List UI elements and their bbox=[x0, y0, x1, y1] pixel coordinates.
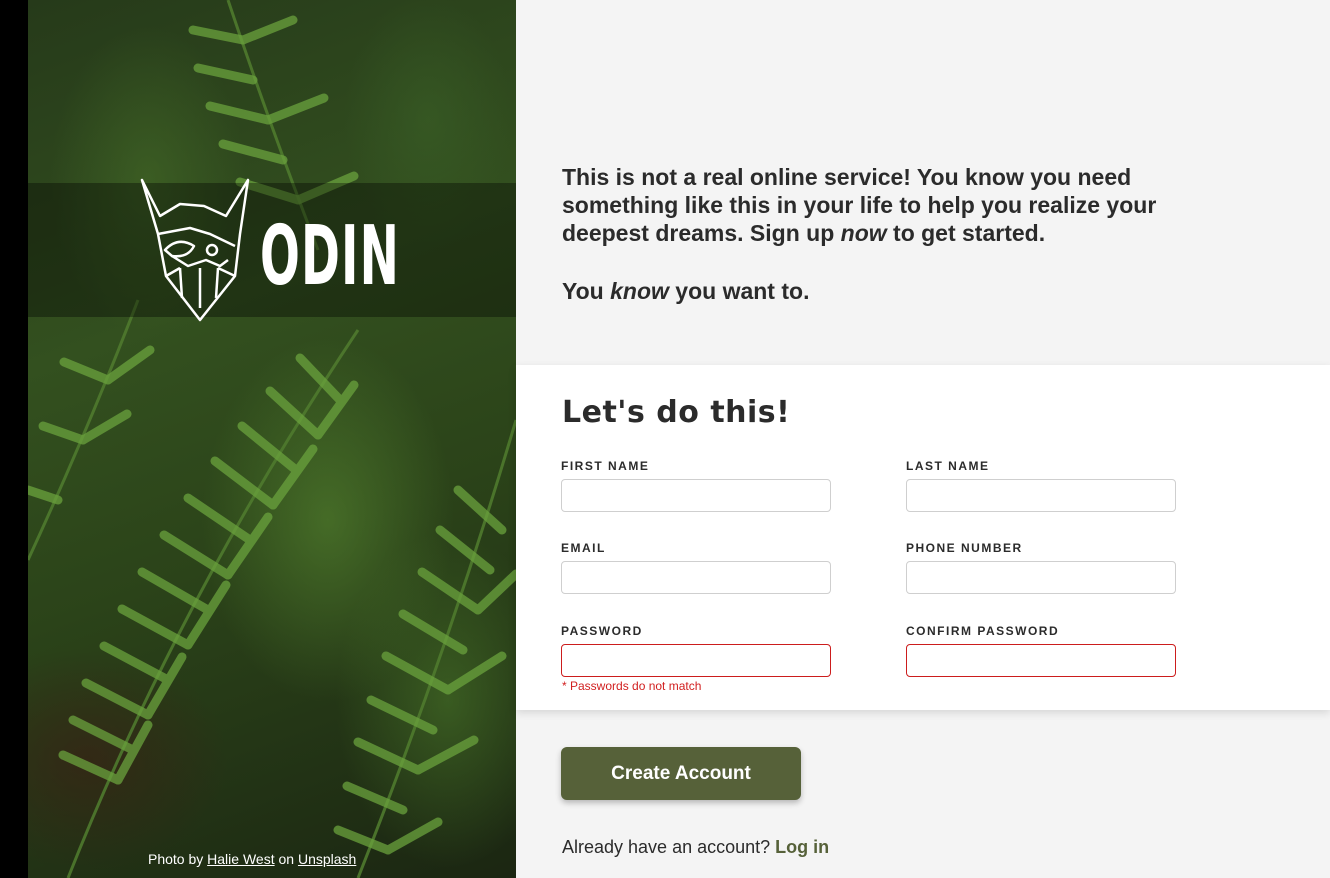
hero-fern-image bbox=[28, 0, 516, 878]
first-name-input[interactable] bbox=[561, 479, 831, 512]
password-input[interactable] bbox=[561, 644, 831, 677]
last-name-group: LAST NAME bbox=[906, 459, 1176, 512]
phone-input[interactable] bbox=[906, 561, 1176, 594]
first-name-label: FIRST NAME bbox=[561, 459, 650, 473]
email-group: EMAIL bbox=[561, 541, 831, 594]
credit-site-link[interactable]: Unsplash bbox=[298, 851, 356, 867]
login-link[interactable]: Log in bbox=[775, 837, 829, 857]
intro-line2-a: You bbox=[562, 278, 611, 304]
password-label: PASSWORD bbox=[561, 624, 643, 638]
intro-text: This is not a real online service! You k… bbox=[562, 163, 1222, 305]
password-error-message: * Passwords do not match bbox=[562, 679, 702, 693]
credit-author-link[interactable]: Halie West bbox=[207, 851, 274, 867]
intro-line2-em: know bbox=[610, 278, 669, 304]
password-group: PASSWORD bbox=[561, 624, 831, 677]
intro-line2-b: you want to. bbox=[668, 278, 810, 304]
last-name-label: LAST NAME bbox=[906, 459, 990, 473]
credit-mid: on bbox=[278, 851, 295, 867]
intro-line1-em: now bbox=[840, 220, 887, 246]
credit-prefix: Photo by bbox=[148, 851, 204, 867]
confirm-password-label: CONFIRM PASSWORD bbox=[906, 624, 1060, 638]
create-account-button[interactable]: Create Account bbox=[561, 747, 801, 800]
email-input[interactable] bbox=[561, 561, 831, 594]
intro-paragraph-2: You know you want to. bbox=[562, 277, 1222, 305]
form-title: Let's do this! bbox=[562, 395, 791, 430]
confirm-password-group: CONFIRM PASSWORD bbox=[906, 624, 1176, 677]
signup-form-card: Let's do this! FIRST NAME LAST NAME EMAI… bbox=[516, 365, 1330, 710]
phone-label: PHONE NUMBER bbox=[906, 541, 1023, 555]
photo-credit: Photo by Halie West on Unsplash bbox=[148, 851, 356, 867]
login-prompt-text: Already have an account? bbox=[562, 837, 771, 857]
first-name-group: FIRST NAME bbox=[561, 459, 831, 512]
intro-line1-b: to get started. bbox=[886, 220, 1046, 246]
odin-wordmark: ODIN bbox=[260, 209, 400, 304]
confirm-password-input[interactable] bbox=[906, 644, 1176, 677]
odin-viking-icon bbox=[140, 178, 250, 322]
email-label: EMAIL bbox=[561, 541, 606, 555]
odin-logo: ODIN bbox=[140, 178, 400, 322]
intro-paragraph-1: This is not a real online service! You k… bbox=[562, 163, 1222, 247]
last-name-input[interactable] bbox=[906, 479, 1176, 512]
phone-group: PHONE NUMBER bbox=[906, 541, 1176, 594]
left-edge-strip bbox=[0, 0, 28, 878]
login-prompt: Already have an account? Log in bbox=[562, 837, 829, 858]
fern-illustration bbox=[28, 0, 516, 878]
